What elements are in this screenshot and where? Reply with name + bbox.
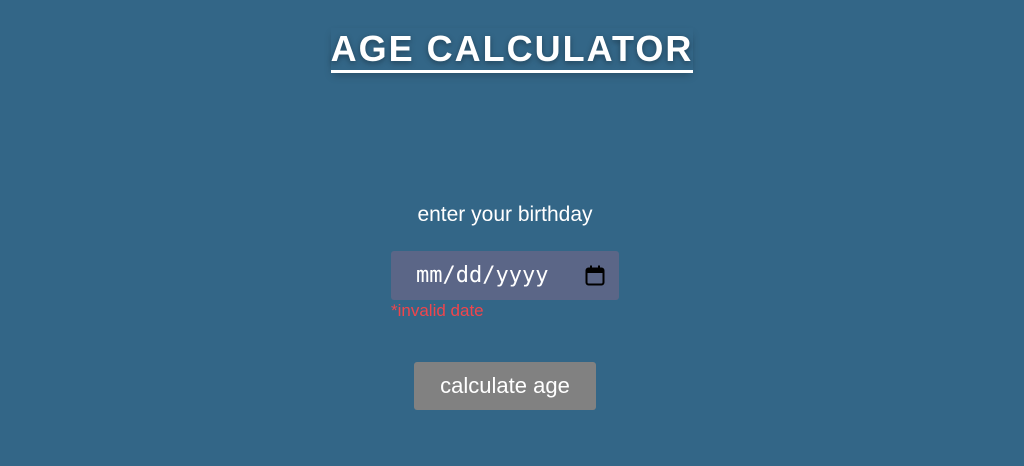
page-header: AGE CALCULATOR [0,28,1024,73]
calendar-icon[interactable] [585,265,605,286]
invalid-date-error: *invalid date [391,301,484,320]
date-input-placeholder: mm/dd/yyyy [416,263,549,288]
calculate-age-button[interactable]: calculate age [414,362,596,410]
birthday-prompt-label: enter your birthday [417,203,593,226]
age-calculator-page: AGE CALCULATOR enter your birthday mm/dd… [0,0,1024,466]
birthday-date-input[interactable]: mm/dd/yyyy [391,251,619,300]
page-title: AGE CALCULATOR [330,28,694,73]
